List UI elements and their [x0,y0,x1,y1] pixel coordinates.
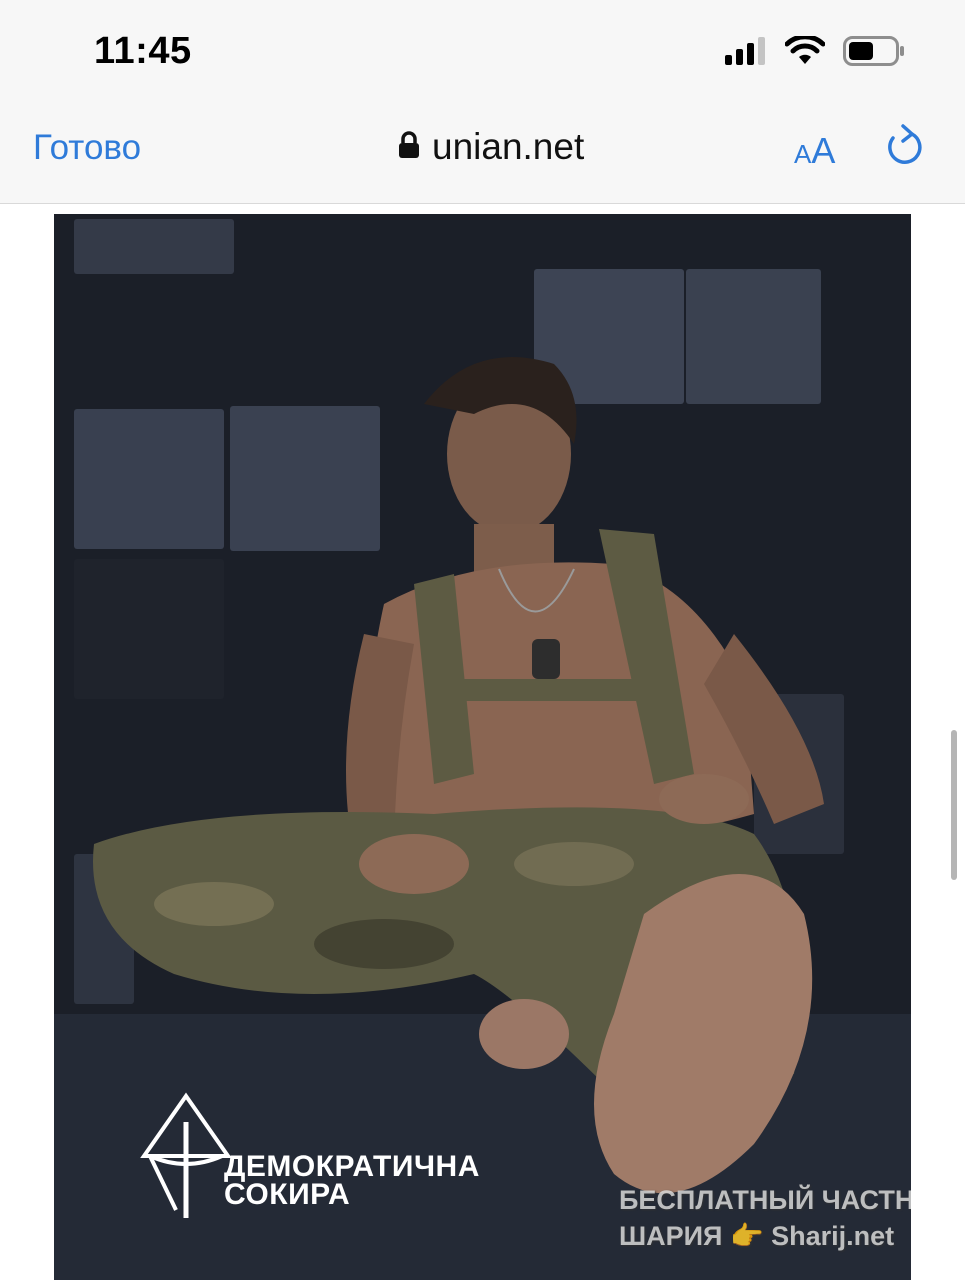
watermark-line1: БЕСПЛАТНЫЙ ЧАСТНЫЙ [619,1185,911,1215]
democratic-axe-logo: ДЕМОКРАТИЧНА СОКИРА [140,1092,480,1227]
lock-icon [398,130,420,164]
text-size-small-label: A [794,139,812,169]
cellular-signal-icon [725,37,767,70]
browser-toolbar: Готово unian.net A A [0,100,965,204]
watermark: БЕСПЛАТНЫЙ ЧАСТНЫЙ ШАРИЯ 👉 Sharij.net [619,1182,911,1254]
pointing-hand-icon: 👉 [729,1221,764,1251]
watermark-name: ШАРИЯ [619,1221,723,1251]
logo-text: ДЕМОКРАТИЧНА СОКИРА [224,1150,480,1211]
watermark-line2: ШАРИЯ 👉 Sharij.net [619,1218,911,1254]
axe-logo-icon [140,1092,232,1227]
watermark-site: Sharij.net [771,1221,895,1251]
logo-text-line1: ДЕМОКРАТИЧНА [224,1150,480,1183]
text-size-button[interactable]: A A [794,130,835,172]
text-size-big-label: A [811,130,836,171]
status-bar: 11:45 [0,0,965,100]
article-photo: ДЕМОКРАТИЧНА СОКИРА БЕСПЛАТНЫЙ ЧАСТНЫЙ Ш… [54,214,911,1280]
address-bar[interactable]: unian.net [398,126,584,168]
done-button[interactable]: Готово [33,128,141,168]
battery-icon [843,36,905,71]
status-icons [725,34,905,71]
web-content[interactable]: ДЕМОКРАТИЧНА СОКИРА БЕСПЛАТНЫЙ ЧАСТНЫЙ Ш… [0,204,965,1280]
reload-button[interactable] [884,124,926,175]
url-text: unian.net [432,126,585,167]
scroll-indicator[interactable] [951,730,957,880]
reload-icon [884,124,926,174]
logo-text-line2: СОКИРА [224,1178,351,1211]
wifi-icon [784,34,826,71]
status-time: 11:45 [94,30,192,72]
